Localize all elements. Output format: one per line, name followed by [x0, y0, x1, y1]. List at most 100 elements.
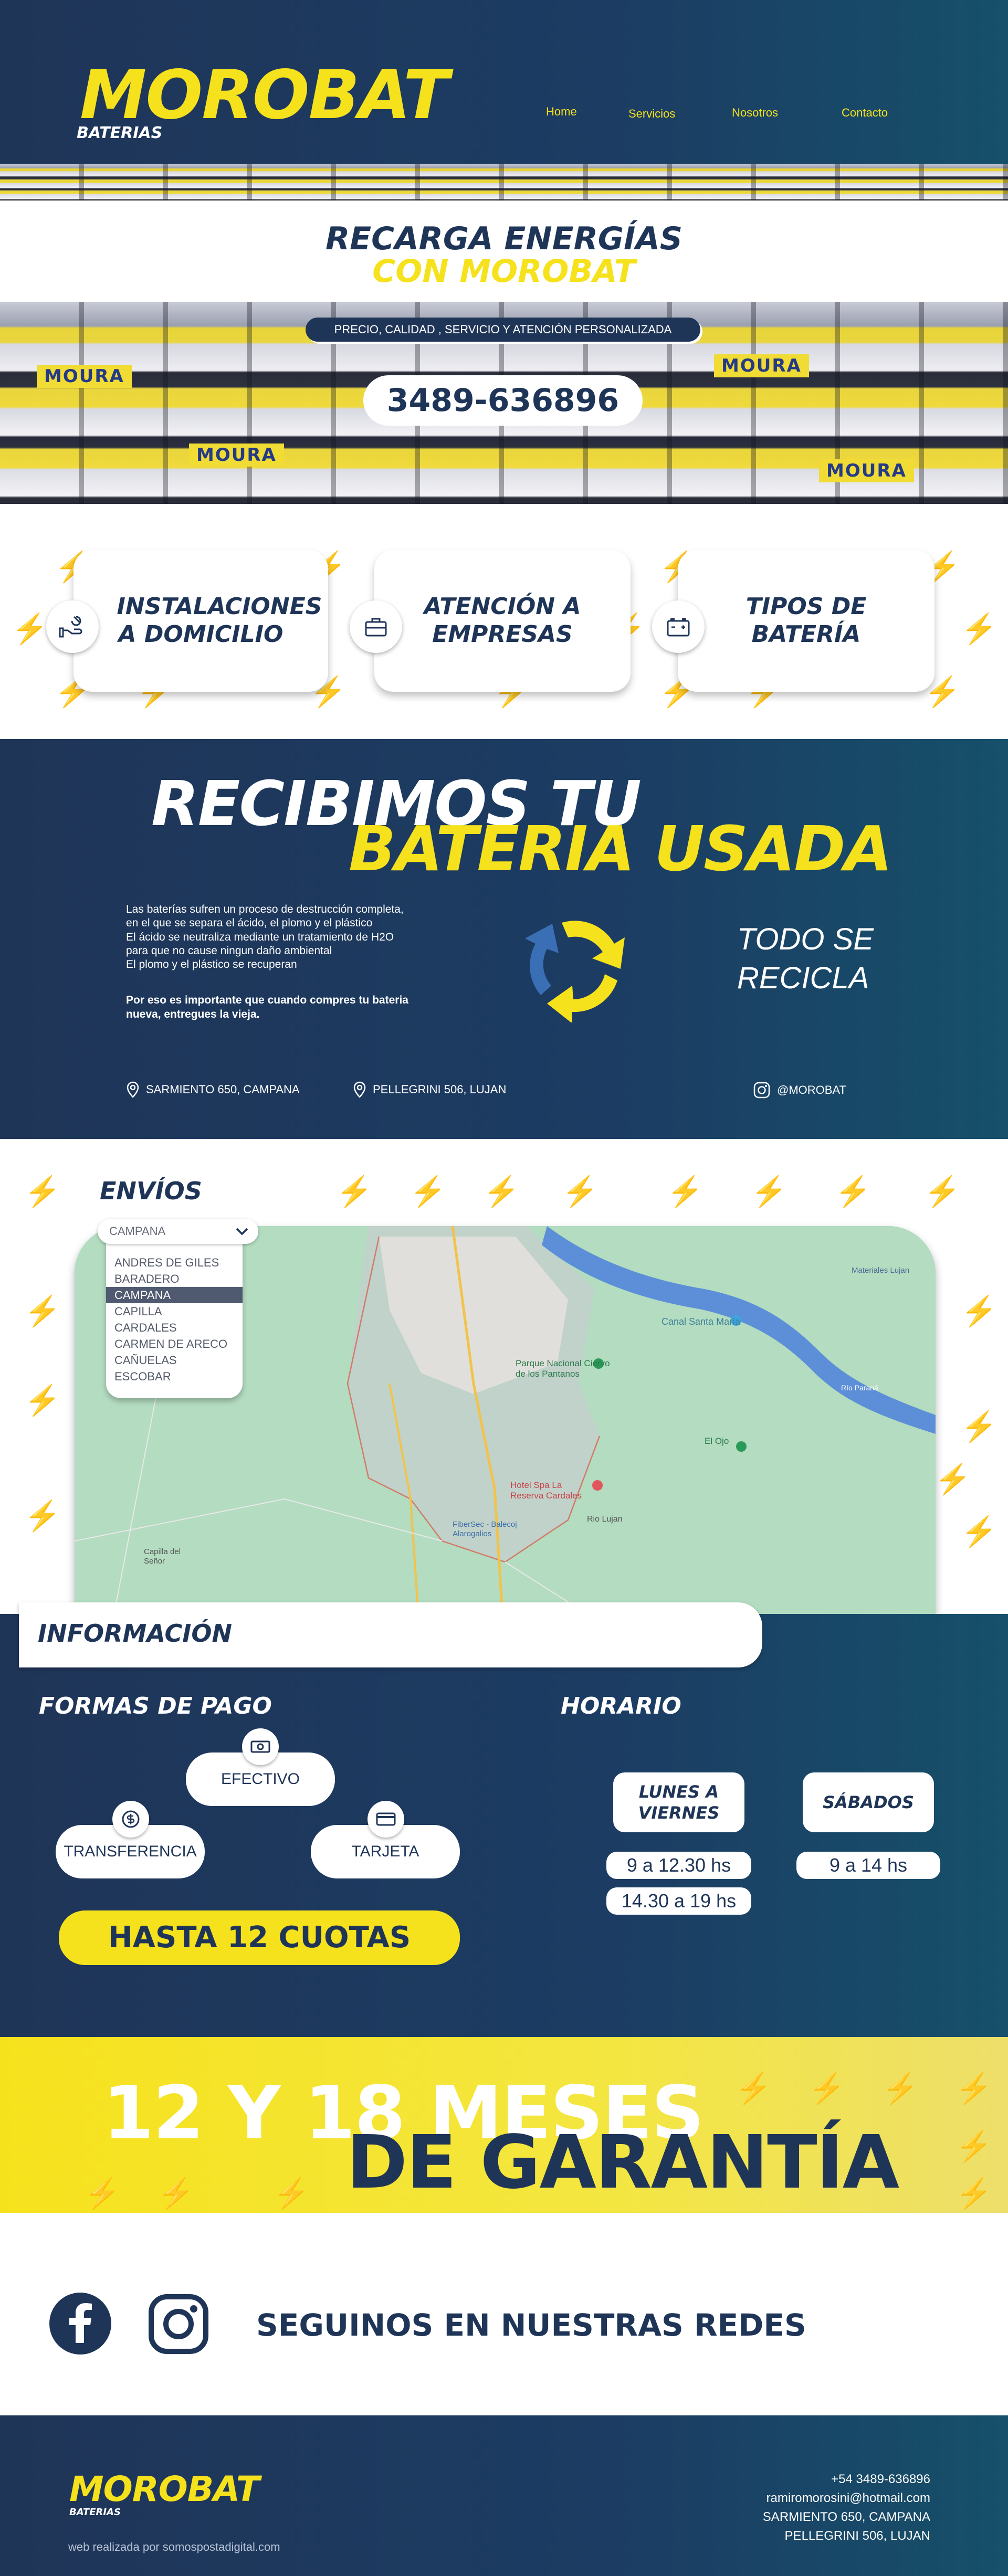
saturday-label: SÁBADOS — [803, 1772, 934, 1832]
facebook-icon[interactable] — [49, 2293, 111, 2355]
lightning-icon: ⚡ — [961, 1410, 998, 1443]
hero-title-band: RECARGA ENERGÍAS CON MOROBAT — [0, 200, 1008, 302]
map-label: Capilla del Señor — [144, 1547, 181, 1566]
recycle-icon — [520, 907, 635, 1023]
address-lujan[interactable]: PELLEGRINI 506, LUJAN — [353, 1081, 506, 1098]
lightning-icon: ⚡ — [808, 2072, 845, 2105]
wrench-hand-icon — [46, 600, 99, 653]
city-option[interactable]: CARDALES — [106, 1319, 243, 1336]
city-option[interactable]: CAÑUELAS — [106, 1352, 243, 1368]
battery-photo-hero: MOURA MOURA MOURA MOURA PRECIO, CALIDAD … — [0, 302, 1008, 504]
lightning-icon: ⚡ — [961, 1515, 998, 1548]
lightning-icon: ⚡ — [24, 1384, 61, 1417]
service-card-tipos-bateria[interactable]: TIPOS DE BATERÍA — [678, 550, 934, 692]
lightning-icon: ⚡ — [934, 1462, 971, 1495]
lightning-icon: ⚡ — [751, 1175, 788, 1208]
recycle-text-line: Por eso es importante que cuando compres… — [126, 994, 408, 1007]
city-option[interactable]: ANDRES DE GILES — [106, 1254, 243, 1271]
lightning-icon: ⚡ — [956, 2129, 992, 2162]
saturday-hours: 9 a 14 hs — [796, 1852, 940, 1879]
nav-contacto[interactable]: Contacto — [842, 106, 888, 120]
footer-phone[interactable]: +54 3489-636896 — [763, 2470, 930, 2489]
city-dropdown[interactable]: ANDRES DE GILES BARADERO CAMPANA CAPILLA… — [106, 1233, 243, 1398]
lightning-icon: ⚡ — [273, 2177, 310, 2210]
weekdays-hours-morning: 9 a 12.30 hs — [606, 1852, 751, 1879]
lightning-icon: ⚡ — [24, 1499, 61, 1532]
recycle-description: Las baterías sufren un proceso de destru… — [126, 903, 467, 1021]
recycle-text-line: para que no cause ningun daño ambiental — [126, 944, 332, 957]
lightning-icon: ⚡ — [961, 1294, 998, 1327]
nav-nosotros[interactable]: Nosotros — [732, 106, 778, 120]
site-header: MOROBAT BATERIAS Home Servicios Nosotros… — [0, 0, 1008, 164]
brand-tag: MOURA — [714, 354, 809, 377]
map-label: Río Paraná — [841, 1384, 878, 1392]
logo-subtitle: BATERIAS — [77, 124, 163, 142]
footer-address: PELLEGRINI 506, LUJAN — [784, 2529, 930, 2543]
city-option-selected[interactable]: CAMPANA — [106, 1287, 243, 1303]
weekdays-hours-afternoon: 14.30 a 19 hs — [606, 1887, 751, 1915]
info-header-tab: INFORMACIÓN — [19, 1602, 762, 1667]
main-nav: Home Servicios Nosotros Contacto — [0, 105, 1008, 126]
lightning-icon: ⚡ — [735, 2072, 772, 2105]
recycle-slogan-line1: TODO SE — [737, 922, 874, 956]
chevron-down-icon — [236, 1228, 248, 1236]
city-option[interactable]: ESCOBAR — [106, 1368, 243, 1385]
map-label: Canal Santa María — [662, 1316, 741, 1327]
services-section: ⚡ ⚡ ⚡ ⚡ ⚡ ⚡ ⚡ ⚡ ⚡ ⚡ ⚡ ⚡ ⚡ ⚡ INSTALACIONE… — [0, 504, 1008, 739]
hero-title-line1: RECARGA ENERGÍAS — [325, 220, 683, 257]
weekdays-label: LUNES A VIERNES — [613, 1772, 744, 1832]
lightning-icon: ⚡ — [24, 1294, 61, 1327]
installments-badge: HASTA 12 CUOTAS — [59, 1910, 460, 1965]
map-label: El Ojo — [705, 1436, 729, 1446]
lightning-icon: ⚡ — [84, 2177, 121, 2210]
instagram-link[interactable]: @MOROBAT — [753, 1081, 846, 1099]
city-option[interactable]: CARMEN DE ARECO — [106, 1336, 243, 1352]
lightning-icon: ⚡ — [158, 2177, 194, 2210]
schedule-title: HORARIO — [561, 1693, 681, 1719]
lightning-icon: ⚡ — [410, 1175, 446, 1208]
battery-icon — [652, 600, 705, 653]
lightning-icon: ⚡ — [12, 612, 48, 645]
footer-contact: +54 3489-636896 ramiromorosini@hotmail.c… — [763, 2470, 930, 2546]
nav-home[interactable]: Home — [546, 105, 577, 119]
phone-button[interactable]: 3489-636896 — [363, 375, 643, 426]
city-select-value: CAMPANA — [109, 1224, 166, 1238]
lightning-icon: ⚡ — [882, 2072, 919, 2105]
service-title: ATENCIÓN A EMPRESAS — [424, 593, 581, 648]
footer-logo[interactable]: MOROBAT — [69, 2472, 260, 2507]
battery-photo-strip — [0, 164, 1008, 200]
instagram-handle: @MOROBAT — [777, 1083, 846, 1096]
footer-credit[interactable]: web realizada por somospostadigital.com — [68, 2540, 280, 2554]
payments-title: FORMAS DE PAGO — [39, 1693, 272, 1719]
lightning-icon: ⚡ — [956, 2072, 992, 2105]
instagram-icon[interactable] — [148, 2294, 209, 2355]
map-label: Materiales Lujan — [852, 1266, 910, 1275]
address-text: PELLEGRINI 506, LUJAN — [373, 1083, 507, 1096]
lightning-icon: ⚡ — [961, 612, 998, 645]
tagline-pill: PRECIO, CALIDAD , SERVICIO Y ATENCIÓN PE… — [306, 318, 700, 342]
footer-email[interactable]: ramiromorosini@hotmail.com — [763, 2489, 930, 2508]
service-card-empresas[interactable]: ATENCIÓN A EMPRESAS — [374, 550, 631, 692]
lightning-icon: ⚡ — [562, 1175, 598, 1208]
footer-address: SARMIENTO 650, CAMPANA — [762, 2510, 930, 2524]
address-text: SARMIENTO 650, CAMPANA — [146, 1083, 300, 1096]
recycle-title-line2: BATERIA USADA — [349, 812, 892, 885]
nav-servicios[interactable]: Servicios — [628, 107, 675, 121]
brand-tag: MOURA — [819, 459, 914, 482]
city-select[interactable]: CAMPANA — [98, 1219, 258, 1244]
weekdays-label-text: LUNES A VIERNES — [638, 1782, 720, 1823]
address-campana[interactable]: SARMIENTO 650, CAMPANA — [126, 1081, 300, 1098]
info-section: INFORMACIÓN FORMAS DE PAGO EFECTIVO TRAN… — [0, 1602, 1008, 2037]
recycle-slogan-line2: RECICLA — [737, 961, 869, 995]
city-option[interactable]: BARADERO — [106, 1271, 243, 1287]
location-pin-icon — [353, 1081, 366, 1098]
city-option[interactable]: CAPILLA — [106, 1303, 243, 1319]
warranty-line2: DE GARANTÍA — [346, 2120, 899, 2205]
recycle-section: RECIBIMOS TU BATERIA USADA Las baterías … — [0, 739, 1008, 1139]
recycle-text-line: El plomo y el plástico se recuperan — [126, 958, 297, 970]
service-card-instalaciones[interactable]: INSTALACIONES A DOMICILIO — [74, 550, 328, 692]
lightning-icon: ⚡ — [483, 1175, 520, 1208]
recycle-text-line: Las baterías sufren un proceso de destru… — [126, 903, 404, 915]
lightning-icon: ⚡ — [956, 2177, 992, 2210]
social-title: SEGUINOS EN NUESTRAS REDES — [256, 2307, 806, 2343]
